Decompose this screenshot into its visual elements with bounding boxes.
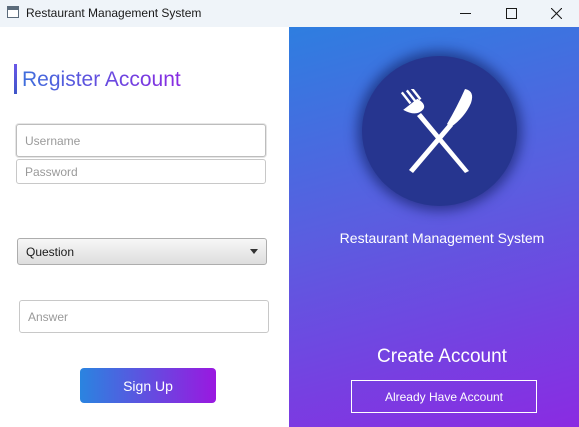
already-have-account-button[interactable]: Already Have Account [351,380,537,413]
register-form-panel: Register Account Question Sign Up [0,27,289,427]
app-name-label: Restaurant Management System [339,230,545,246]
heading-accent-bar [14,64,17,94]
fork-knife-icon [400,89,473,173]
password-input[interactable] [16,159,266,184]
answer-input[interactable] [19,300,269,333]
already-have-account-label: Already Have Account [384,389,504,404]
app-window-icon [7,6,19,18]
logo-badge [362,56,517,206]
create-account-title: Create Account [377,346,507,367]
close-button[interactable] [533,0,579,27]
sign-up-label: Sign Up [123,377,173,394]
username-input[interactable] [16,124,266,157]
question-select-value: Question [26,244,75,259]
minimize-icon [459,13,471,14]
question-select[interactable]: Question [17,238,267,265]
window-titlebar: Restaurant Management System [0,0,579,27]
maximize-button[interactable] [488,0,534,27]
window-title: Restaurant Management System [26,6,202,20]
maximize-icon [505,8,517,19]
welcome-side-panel: Restaurant Management System Create Acco… [289,27,579,427]
page-title: Register Account [22,68,181,91]
chevron-down-icon [250,249,258,254]
sign-up-button[interactable]: Sign Up [80,368,216,403]
close-icon [550,8,562,19]
minimize-button[interactable] [442,0,488,27]
